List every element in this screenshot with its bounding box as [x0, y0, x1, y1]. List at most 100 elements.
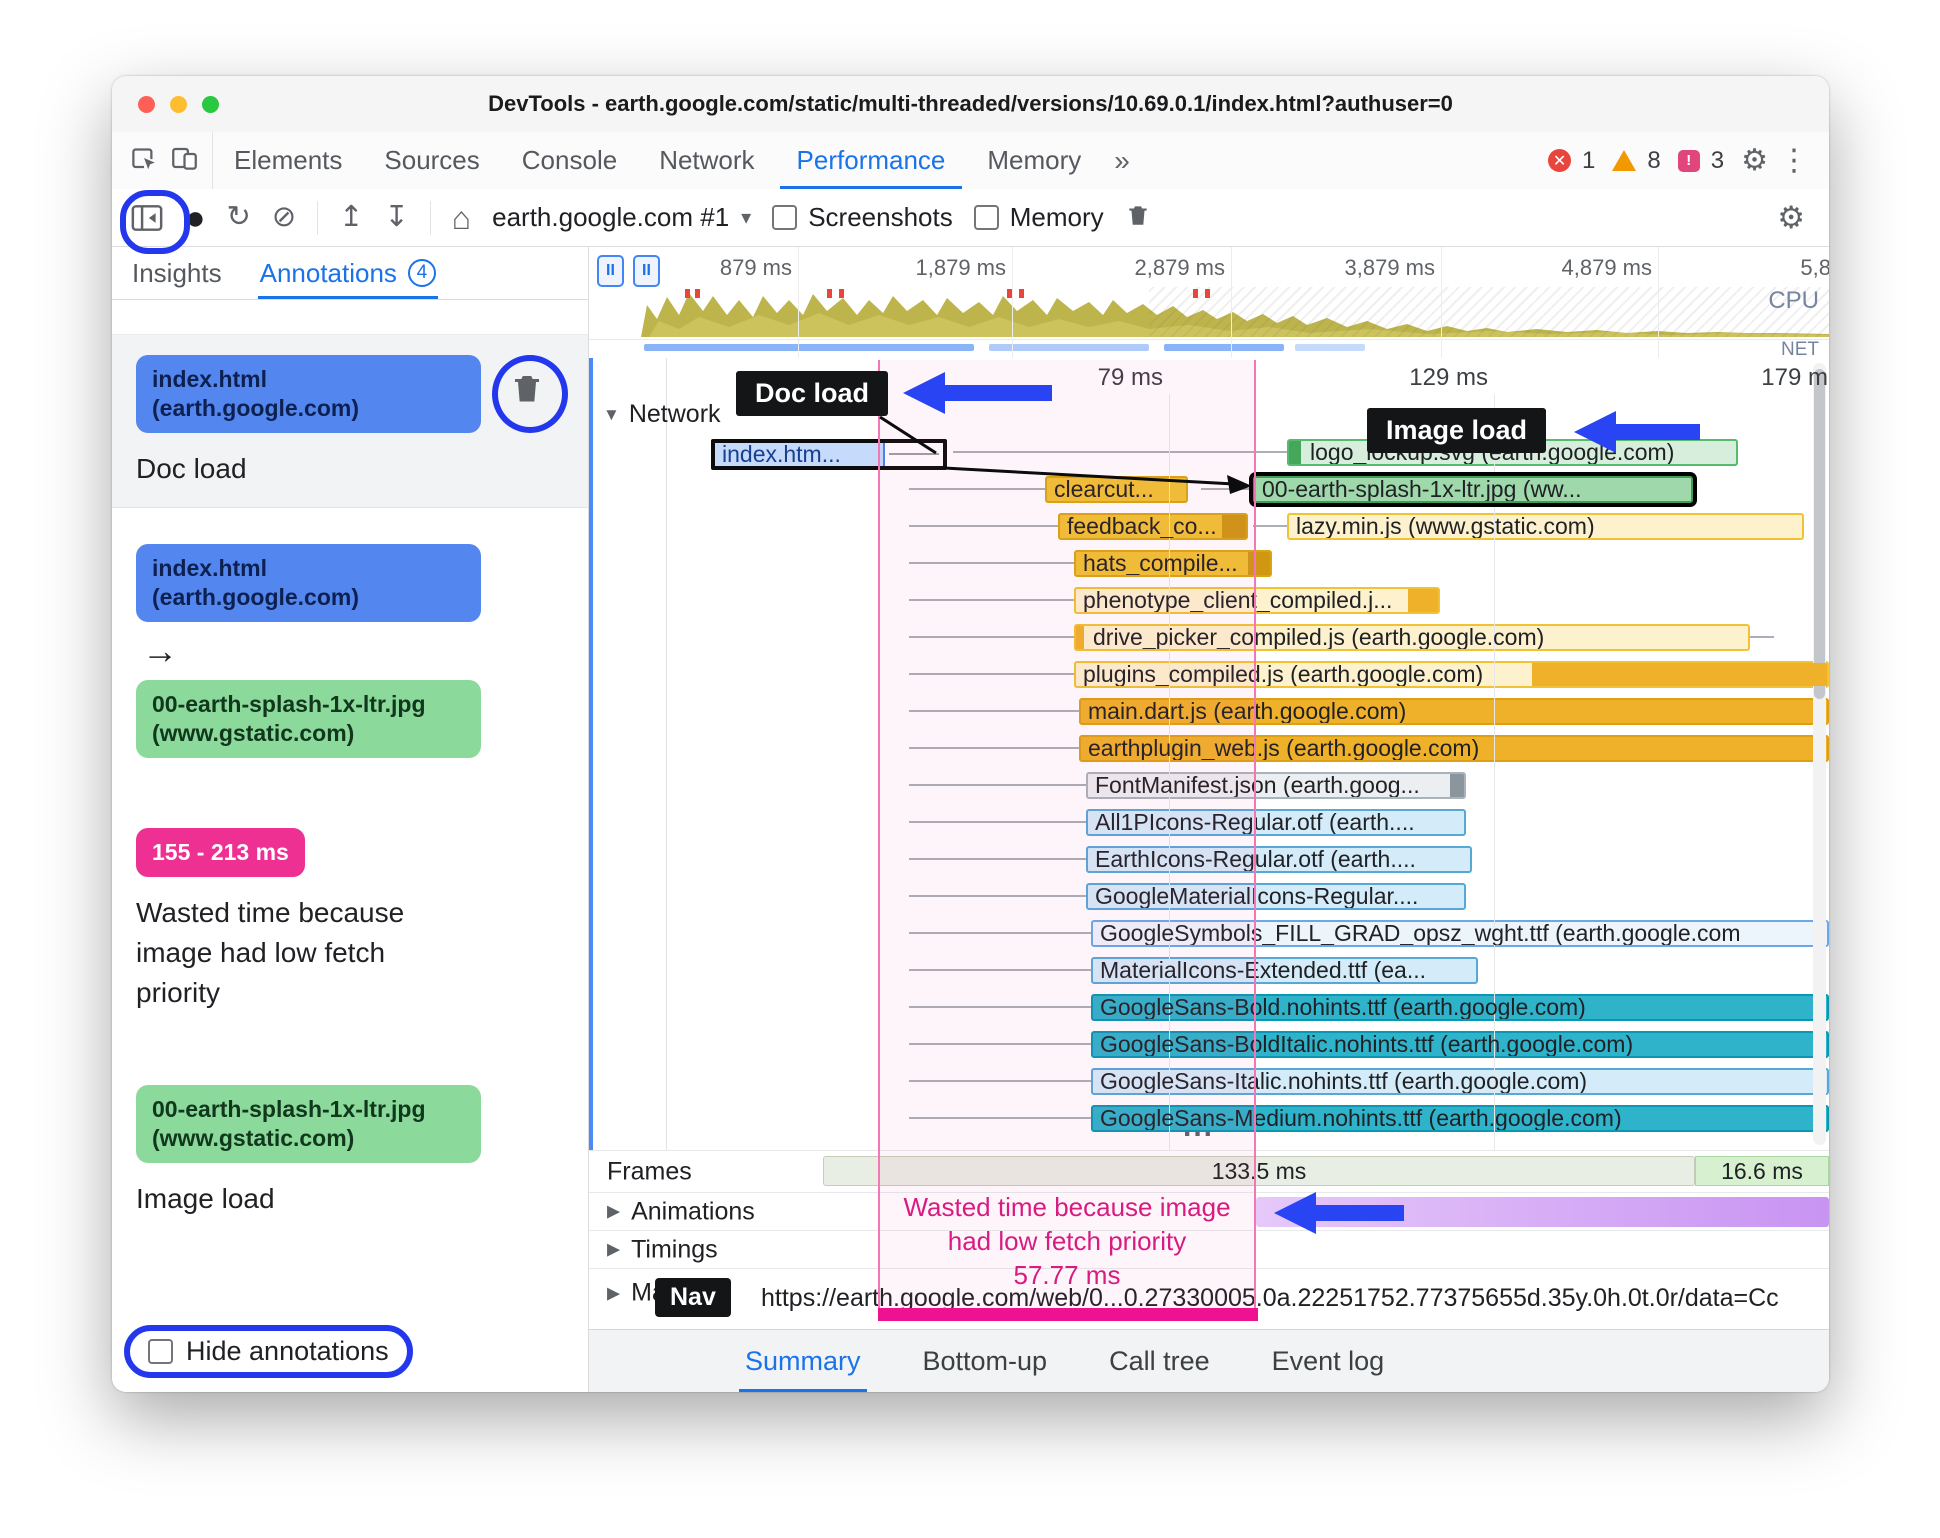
expand-triangle-icon[interactable]: ▶ — [607, 1283, 620, 1303]
network-request-bar[interactable]: index.htm... — [711, 439, 947, 470]
toggle-sidebar-button[interactable] — [130, 204, 164, 232]
request-accent — [1076, 626, 1084, 649]
annotation-label[interactable]: Image load — [136, 1183, 564, 1215]
request-label: index.htm... — [715, 443, 885, 466]
home-icon[interactable]: ⌂ — [452, 202, 471, 234]
load-profile-icon[interactable]: ↥ — [339, 203, 363, 232]
timings-track[interactable]: ▶ Timings — [589, 1230, 1829, 1268]
network-request-bar[interactable]: feedback_co... — [1058, 513, 1248, 540]
annotation-entry-doc-load[interactable]: index.html (earth.google.com) Doc load — [112, 334, 588, 508]
image-load-annotation-label[interactable]: Image load — [1367, 408, 1547, 453]
annotation-label[interactable]: Doc load — [136, 453, 564, 485]
animations-track[interactable]: ▶ Animations — [589, 1192, 1829, 1230]
inspect-element-icon[interactable] — [130, 145, 157, 177]
tab-network[interactable]: Network — [638, 132, 775, 189]
annotation-pill-splash-image[interactable]: 00-earth-splash-1x-ltr.jpg (www.gstatic.… — [136, 680, 481, 758]
annotation-pill-index-html[interactable]: index.html (earth.google.com) — [136, 544, 481, 622]
reload-and-record-icon[interactable]: ↻ — [227, 203, 251, 232]
collapse-triangle-icon[interactable]: ▼ — [603, 405, 620, 425]
tab-annotations[interactable]: Annotations 4 — [257, 247, 439, 299]
device-toolbar-icon[interactable] — [171, 145, 198, 177]
memory-checkbox-row[interactable]: Memory — [973, 202, 1104, 233]
collect-garbage-icon[interactable] — [1125, 202, 1151, 233]
tab-insights[interactable]: Insights — [132, 247, 222, 299]
tab-elements[interactable]: Elements — [213, 132, 363, 189]
tab-performance[interactable]: Performance — [776, 132, 967, 189]
network-request-bar[interactable]: main.dart.js (earth.google.com) — [1079, 698, 1829, 725]
network-request-bar[interactable]: drive_picker_compiled.js (earth.google.c… — [1074, 624, 1750, 651]
warning-icon[interactable] — [1612, 150, 1637, 171]
frame-duration-bar[interactable]: 133.5 ms — [823, 1156, 1695, 1186]
request-whisker — [909, 1117, 1091, 1119]
tab-call-tree[interactable]: Call tree — [1103, 1330, 1216, 1392]
network-request-bar[interactable]: GoogleSymbols_FILL_GRAD_opsz_wght.ttf (e… — [1091, 920, 1829, 947]
close-window-button[interactable] — [138, 95, 155, 113]
record-icon[interactable]: ● — [185, 201, 206, 235]
request-whisker — [909, 858, 1086, 860]
network-request-bar[interactable]: 00-earth-splash-1x-ltr.jpg (ww... — [1253, 476, 1693, 503]
toolbar-separator — [317, 200, 319, 235]
save-profile-icon[interactable]: ↧ — [384, 203, 408, 232]
network-request-bar[interactable]: phenotype_client_compiled.j... — [1074, 587, 1440, 614]
target-selector[interactable]: earth.google.com #1 ▾ — [492, 202, 751, 233]
network-request-bar[interactable]: EarthIcons-Regular.otf (earth.... — [1086, 846, 1472, 873]
network-request-bar[interactable]: MaterialIcons-Extended.ttf (ea... — [1091, 957, 1478, 984]
screenshots-checkbox[interactable] — [772, 205, 798, 230]
tab-summary[interactable]: Summary — [739, 1330, 867, 1392]
tab-event-log[interactable]: Event log — [1266, 1330, 1391, 1392]
network-request-bar[interactable]: GoogleMaterialIcons-Regular.... — [1086, 883, 1466, 910]
frame-duration-bar[interactable]: 16.6 ms — [1695, 1156, 1829, 1186]
tab-sources[interactable]: Sources — [363, 132, 500, 189]
clear-icon[interactable]: ⊘ — [272, 203, 296, 232]
screenshots-checkbox-row[interactable]: Screenshots — [772, 202, 953, 233]
request-label: GoogleSans-Medium.nohints.ttf (earth.goo… — [1100, 1105, 1622, 1131]
capture-settings-gear-icon[interactable]: ⚙ — [1777, 202, 1805, 233]
nav-annotation-chip[interactable]: Nav — [655, 1278, 731, 1317]
network-request-bar[interactable]: earthplugin_web.js (earth.google.com) — [1079, 735, 1829, 762]
pause-button[interactable]: II — [633, 255, 660, 287]
network-request-bar[interactable]: GoogleSans-Bold.nohints.ttf (earth.googl… — [1091, 994, 1829, 1021]
network-request-bar[interactable]: GoogleSans-Medium.nohints.ttf (earth.goo… — [1091, 1105, 1829, 1132]
memory-checkbox[interactable] — [973, 205, 999, 230]
hide-annotations-checkbox[interactable] — [148, 1339, 173, 1364]
frames-track[interactable]: Frames 133.5 ms 16.6 ms — [589, 1150, 1829, 1192]
expand-triangle-icon[interactable]: ▶ — [607, 1240, 620, 1260]
expand-triangle-icon[interactable]: ▶ — [607, 1202, 620, 1222]
scrollbar-thumb[interactable] — [1814, 369, 1825, 699]
annotation-label[interactable]: Wasted time because image had low fetch … — [136, 893, 466, 1013]
network-request-bar[interactable]: hats_compile... — [1074, 550, 1272, 577]
network-waterfall[interactable]: ▼ Network index.htm...logo_lockup.svg (e… — [589, 358, 1829, 1150]
settings-gear-icon[interactable]: ⚙ — [1741, 145, 1768, 176]
network-request-bar[interactable]: All1PIcons-Regular.otf (earth.... — [1086, 809, 1466, 836]
pause-button[interactable]: II — [597, 255, 624, 287]
minimize-window-button[interactable] — [170, 95, 187, 113]
annotation-entry-image-load[interactable]: 00-earth-splash-1x-ltr.jpg (www.gstatic.… — [112, 1065, 588, 1237]
network-request-bar[interactable]: FontManifest.json (earth.goog... — [1086, 772, 1466, 799]
tab-memory[interactable]: Memory — [966, 132, 1102, 189]
animation-bar[interactable] — [1256, 1197, 1829, 1227]
network-request-bar[interactable]: lazy.min.js (www.gstatic.com) — [1287, 513, 1804, 540]
tab-console[interactable]: Console — [501, 132, 638, 189]
network-request-bar[interactable]: GoogleSans-Italic.nohints.ttf (earth.goo… — [1091, 1068, 1829, 1095]
annotation-entry-time-range[interactable]: 155 - 213 ms Wasted time because image h… — [112, 808, 588, 1035]
more-tabs-icon[interactable]: » — [1102, 145, 1142, 177]
network-request-bar[interactable]: clearcut... — [1045, 476, 1188, 503]
network-request-bar[interactable]: plugins_compiled.js (earth.google.com) — [1074, 661, 1829, 688]
doc-load-annotation-label[interactable]: Doc load — [736, 371, 889, 416]
network-track-header[interactable]: ▼ Network — [603, 400, 721, 429]
annotation-entry-link[interactable]: index.html (earth.google.com) → 00-earth… — [112, 524, 588, 780]
kebab-menu-icon[interactable]: ⋮ — [1779, 145, 1809, 176]
delete-annotation-button[interactable] — [492, 355, 568, 433]
tab-bottom-up[interactable]: Bottom-up — [917, 1330, 1054, 1392]
annotation-pill-time-range[interactable]: 155 - 213 ms — [136, 828, 305, 877]
timeline-overview[interactable]: II II CPU NET 879 ms 1,879 ms 2,879 ms 3,87… — [589, 247, 1829, 359]
waterfall-scrollbar[interactable] — [1813, 363, 1826, 1145]
annotations-count-badge: 4 — [407, 259, 436, 287]
error-icon[interactable]: ✕ — [1548, 149, 1572, 172]
annotation-pill-splash-image[interactable]: 00-earth-splash-1x-ltr.jpg (www.gstatic.… — [136, 1085, 481, 1163]
hide-annotations-control[interactable]: Hide annotations — [124, 1325, 413, 1378]
network-request-bar[interactable]: GoogleSans-BoldItalic.nohints.ttf (earth… — [1091, 1031, 1829, 1058]
maximize-window-button[interactable] — [202, 95, 219, 113]
issues-icon[interactable]: ! — [1677, 149, 1700, 172]
annotation-pill-index-html[interactable]: index.html (earth.google.com) — [136, 355, 481, 433]
